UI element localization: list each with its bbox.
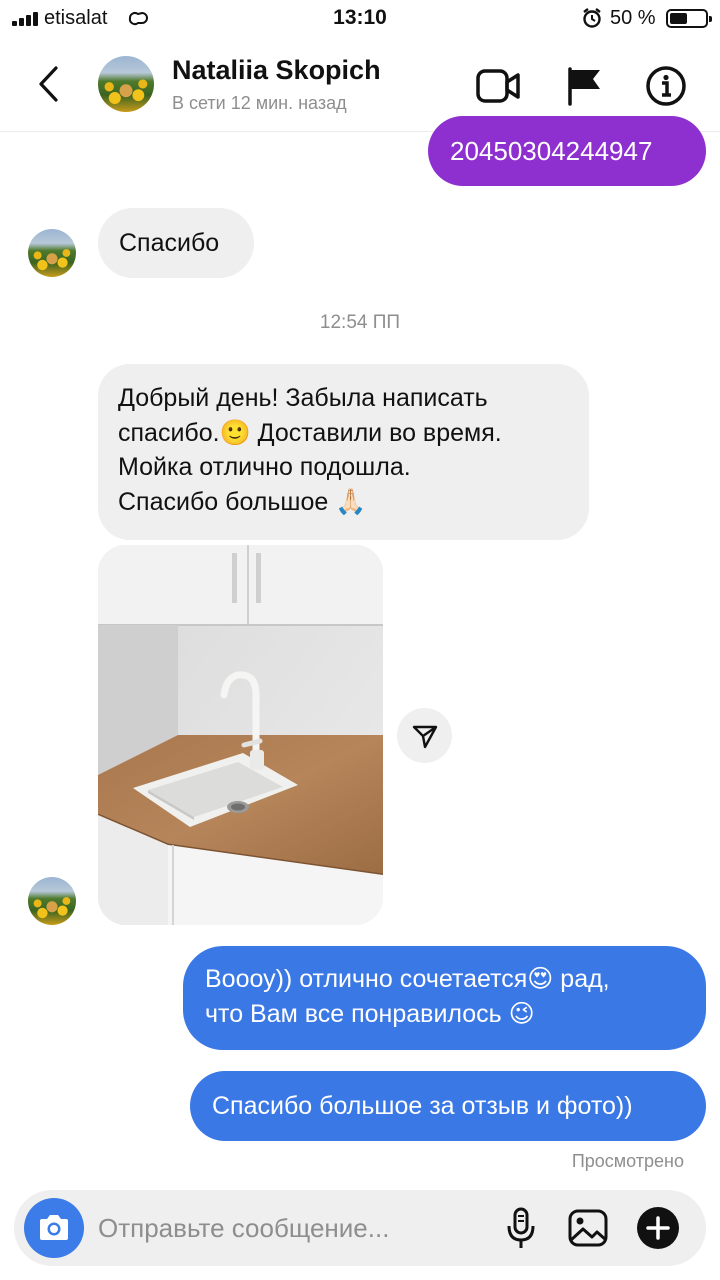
message-text: 20450304244947	[450, 136, 653, 166]
flag-icon	[568, 67, 600, 106]
message-timestamp: 12:54 ПП	[319, 312, 401, 333]
info-button[interactable]	[642, 62, 690, 110]
status-bar: etisalat 13:10 50 %	[0, 0, 720, 38]
battery-percent: 50 %	[610, 7, 656, 29]
chevron-left-icon	[39, 66, 58, 102]
outgoing-message-thanks[interactable]: Спасибо большое за отзыв и фото))	[190, 1071, 706, 1141]
message-line: Мойка отлично подошла.	[118, 453, 411, 481]
alarm-icon	[583, 8, 601, 28]
incoming-message-thanks[interactable]: Спасибо	[98, 208, 254, 278]
message-text: Спасибо	[119, 229, 220, 257]
battery-icon	[666, 9, 712, 28]
gallery-icon	[568, 1209, 608, 1247]
contact-name[interactable]: Nataliia Skopich	[172, 55, 381, 86]
video-call-button[interactable]	[474, 62, 522, 110]
microphone-icon	[507, 1207, 535, 1248]
message-line: Добрый день! Забыла написать	[118, 384, 488, 412]
message-text: Спасибо большое за отзыв и фото))	[212, 1092, 633, 1120]
message-composer	[14, 1190, 706, 1266]
more-options-button[interactable]	[634, 1204, 682, 1252]
contact-status: В сети 12 мин. назад	[172, 93, 347, 113]
message-line: спасибо.🙂 Доставили во время.	[118, 418, 502, 447]
video-camera-icon	[476, 69, 520, 103]
sender-avatar[interactable]	[28, 877, 76, 925]
back-button[interactable]	[28, 60, 68, 108]
report-button[interactable]	[560, 62, 608, 110]
message-line: что Вам все понравилось 😉	[205, 999, 535, 1028]
camera-button[interactable]	[24, 1198, 84, 1258]
camera-icon	[40, 1215, 68, 1240]
incoming-message-review[interactable]: Добрый день! Забыла написать спасибо.🙂 Д…	[98, 364, 589, 540]
outgoing-message-reply[interactable]: Воооу)) отлично сочетается😍 рад, что Вам…	[183, 946, 706, 1050]
outgoing-message-number[interactable]: 20450304244947	[428, 116, 706, 186]
message-line: Воооу)) отлично сочетается😍 рад,	[205, 965, 610, 993]
sink-photo[interactable]	[98, 545, 383, 925]
gallery-button[interactable]	[564, 1204, 612, 1252]
voice-message-button[interactable]	[497, 1204, 545, 1252]
paper-plane-icon	[412, 725, 437, 748]
message-input[interactable]	[98, 1210, 478, 1246]
contact-avatar[interactable]	[98, 56, 154, 112]
plus-icon	[637, 1207, 679, 1249]
info-icon	[646, 66, 686, 106]
share-photo-button[interactable]	[397, 708, 452, 763]
seen-indicator: Просмотрено	[571, 1151, 684, 1171]
kitchen-sink-image	[98, 545, 383, 925]
message-line: Спасибо большое 🙏🏻	[118, 487, 367, 516]
sender-avatar[interactable]	[28, 229, 76, 277]
